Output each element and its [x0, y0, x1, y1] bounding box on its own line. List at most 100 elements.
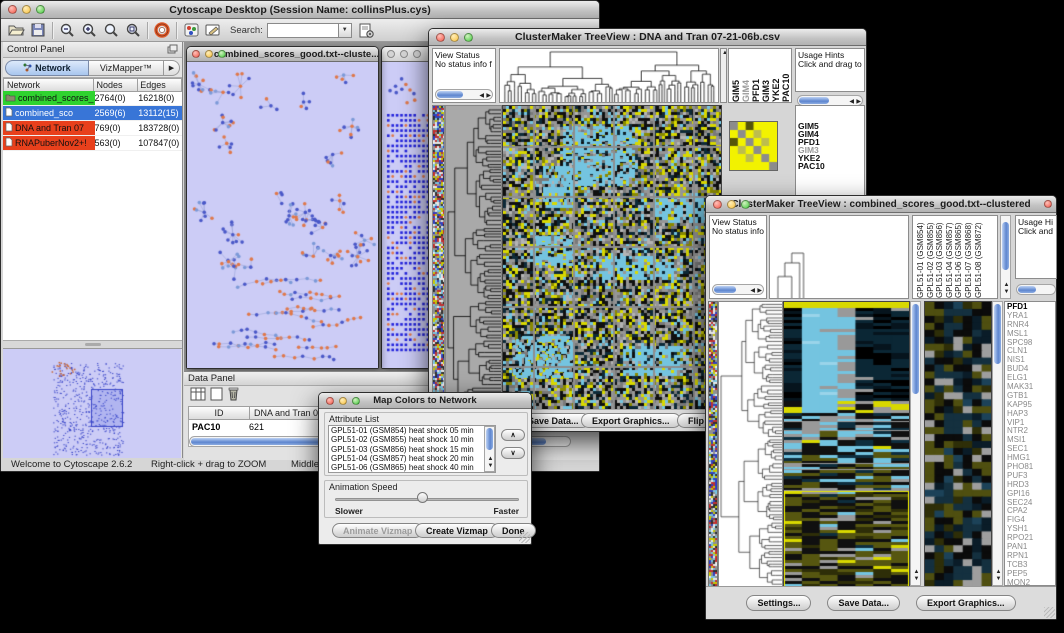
- network-row[interactable]: combined_scores_2764(0)16218(0): [3, 91, 182, 106]
- minimize-icon[interactable]: [205, 50, 213, 58]
- tv1-button-export-graphics[interactable]: Export Graphics...: [581, 413, 681, 428]
- tv2-global-pixel-strip[interactable]: [708, 301, 718, 588]
- delete-attribute-icon[interactable]: [227, 386, 240, 406]
- annotation-icon[interactable]: [202, 21, 224, 40]
- gene-label[interactable]: MON2: [1007, 579, 1055, 586]
- tab-overflow-button[interactable]: ▶: [164, 60, 180, 76]
- gene-label[interactable]: CPA2: [1007, 507, 1055, 516]
- tv2-column-dendrogram[interactable]: [769, 215, 909, 299]
- tv2-column-label[interactable]: GPL51-07 (GSM868): [964, 216, 974, 298]
- search-dropdown-icon[interactable]: ▼: [339, 23, 352, 38]
- gene-label[interactable]: RPO21: [1007, 534, 1055, 543]
- gene-label[interactable]: RPN1: [1007, 552, 1055, 561]
- gene-label[interactable]: HAP3: [1007, 410, 1055, 419]
- main-titlebar[interactable]: Cytoscape Desktop (Session Name: collins…: [1, 1, 599, 19]
- tv2-button-export-graphics[interactable]: Export Graphics...: [916, 595, 1016, 611]
- tv1-main-heatmap[interactable]: [502, 105, 722, 413]
- close-icon[interactable]: [8, 5, 17, 14]
- tv2-main-vscrollbar[interactable]: ▲ ▼: [910, 301, 921, 586]
- data-column-id[interactable]: ID: [188, 406, 250, 420]
- column-header-edges[interactable]: Edges: [138, 78, 182, 92]
- zoom-fit-icon[interactable]: [100, 21, 122, 40]
- tab-vizmapper[interactable]: VizMapper™: [89, 60, 164, 76]
- tv2-gene-vscrollbar[interactable]: ▲ ▼: [992, 301, 1003, 586]
- attribute-item[interactable]: GPL51-01 (GSM854) heat shock 05 min: [329, 426, 495, 435]
- tv1-column-label[interactable]: PFD1: [751, 49, 761, 102]
- tv1-column-label[interactable]: GIM3: [761, 49, 771, 102]
- dialog-titlebar[interactable]: Map Colors to Network: [319, 393, 531, 409]
- minimize-icon[interactable]: [22, 5, 31, 14]
- gene-label[interactable]: PFD1: [1007, 303, 1055, 312]
- tv1-column-label[interactable]: GIM5: [731, 49, 741, 102]
- tv2-button-save-data[interactable]: Save Data...: [827, 595, 900, 611]
- gene-label[interactable]: FIG4: [1007, 516, 1055, 525]
- select-attributes-icon[interactable]: [190, 387, 206, 406]
- network-row[interactable]: DNA and Tran 07769(0)183728(0): [3, 121, 182, 136]
- attribute-item[interactable]: GPL51-02 (GSM855) heat shock 10 min: [329, 435, 495, 444]
- zoom-window-icon[interactable]: [464, 33, 473, 42]
- network-row[interactable]: RNAPuberNov2+!563(0)107847(0): [3, 136, 182, 151]
- zoom-window-icon[interactable]: [413, 50, 421, 58]
- create-vizmap-button[interactable]: Create Vizmap: [415, 523, 499, 538]
- gene-label[interactable]: SPC98: [1007, 339, 1055, 348]
- vizmapper-icon[interactable]: [180, 21, 202, 40]
- network-row[interactable]: combined_sco2569(6)13112(15): [3, 106, 182, 121]
- tv2-button-settings[interactable]: Settings...: [746, 595, 811, 611]
- new-attribute-icon[interactable]: [210, 387, 223, 406]
- network-view-canvas[interactable]: [187, 62, 378, 368]
- gene-label[interactable]: VIP1: [1007, 419, 1055, 428]
- tv2-column-label[interactable]: GPL51-08 (GSM872): [974, 216, 984, 298]
- tv2-gene-labels[interactable]: PFD1YRA1RNR4MSL1SPC98CLN1NIS1BUD4ELG1MAK…: [1004, 301, 1056, 586]
- save-icon[interactable]: [27, 21, 49, 40]
- gene-label[interactable]: RNR4: [1007, 321, 1055, 330]
- close-icon[interactable]: [326, 397, 334, 405]
- tv2-column-labels[interactable]: GPL51-01 (GSM854)GPL51-02 (GSM855) GPL51-…: [912, 215, 998, 299]
- tv2-column-label[interactable]: GPL51-01 (GSM854): [916, 216, 926, 298]
- gene-label[interactable]: HMG1: [1007, 454, 1055, 463]
- gene-label[interactable]: YRA1: [1007, 312, 1055, 321]
- tv1-zoom-heatmap[interactable]: [729, 121, 778, 171]
- treeview1-titlebar[interactable]: ClusterMaker TreeView : DNA and Tran 07-…: [429, 29, 866, 46]
- zoom-selected-icon[interactable]: [122, 21, 144, 40]
- background-window-close-icon[interactable]: [1044, 200, 1052, 208]
- gene-label[interactable]: SEC1: [1007, 445, 1055, 454]
- resize-grip[interactable]: [1044, 607, 1055, 618]
- gene-label[interactable]: MSL1: [1007, 330, 1055, 339]
- gene-label[interactable]: ELG1: [1007, 374, 1055, 383]
- gene-label[interactable]: MAK31: [1007, 383, 1055, 392]
- tv1-column-dendrogram[interactable]: [499, 48, 719, 103]
- help-lifering-icon[interactable]: [151, 21, 173, 40]
- attribute-item[interactable]: GPL51-06 (GSM865) heat shock 40 min: [329, 463, 495, 472]
- tv2-main-heatmap[interactable]: [783, 301, 910, 588]
- tv2-usage-hscrollbar[interactable]: [1016, 284, 1056, 295]
- minimize-icon[interactable]: [450, 33, 459, 42]
- zoom-window-icon[interactable]: [36, 5, 45, 14]
- column-header-nodes[interactable]: Nodes: [94, 78, 138, 92]
- gene-label[interactable]: PUF3: [1007, 472, 1055, 481]
- attribute-item[interactable]: GPL51-03 (GSM856) heat shock 15 min: [329, 445, 495, 454]
- gene-label[interactable]: HRD3: [1007, 481, 1055, 490]
- tv2-zoom-heatmap[interactable]: [924, 301, 992, 588]
- column-header-network[interactable]: Network: [3, 78, 94, 92]
- gene-label[interactable]: PAN1: [1007, 543, 1055, 552]
- gene-label[interactable]: NIS1: [1007, 356, 1055, 365]
- animate-vizmap-button[interactable]: Animate Vizmap: [332, 523, 423, 538]
- tv2-column-label[interactable]: GPL51-02 (GSM855): [926, 216, 936, 298]
- tv1-row-dendrogram[interactable]: [445, 105, 502, 413]
- gene-label[interactable]: BUD4: [1007, 365, 1055, 374]
- gene-label[interactable]: MSI1: [1007, 436, 1055, 445]
- tv2-status-hscrollbar[interactable]: ◀▶: [712, 284, 764, 295]
- speed-slider-thumb[interactable]: [417, 492, 428, 503]
- gene-label[interactable]: TCB3: [1007, 561, 1055, 570]
- gene-label[interactable]: GPI16: [1007, 490, 1055, 499]
- zoom-window-icon[interactable]: [741, 200, 750, 209]
- attribute-item[interactable]: GPL51-07 (GSM868) heat shock 60 min: [329, 472, 495, 473]
- splitter-handle[interactable]: [85, 343, 101, 346]
- tv2-column-label[interactable]: GPL51-06 (GSM865): [954, 216, 964, 298]
- close-icon[interactable]: [387, 50, 395, 58]
- zoom-window-icon[interactable]: [352, 397, 360, 405]
- open-file-icon[interactable]: [5, 21, 27, 40]
- gene-label[interactable]: SEC24: [1007, 499, 1055, 508]
- close-icon[interactable]: [713, 200, 722, 209]
- tv1-column-label[interactable]: GIM4: [741, 49, 751, 102]
